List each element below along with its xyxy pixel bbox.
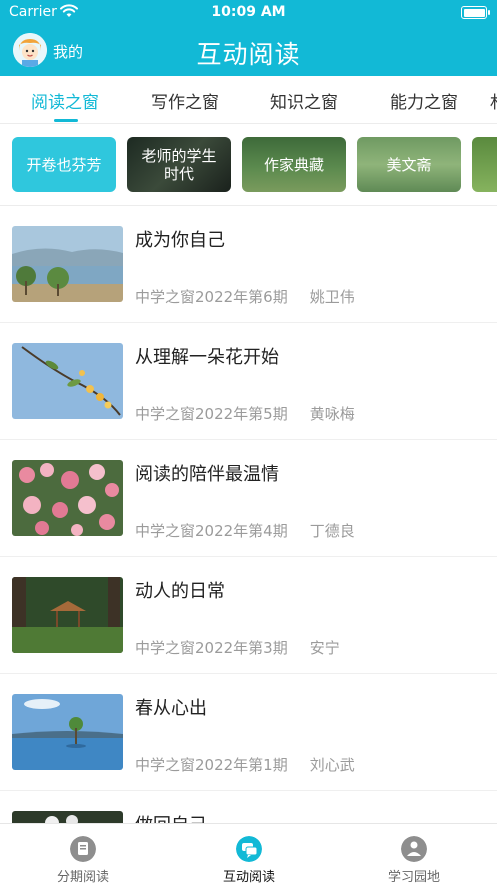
nav-label: 互动阅读 xyxy=(222,870,275,883)
article-title: 阅读的陪伴最温情 xyxy=(135,464,279,485)
article-author: 丁德良 xyxy=(309,522,355,540)
category-label: 美文斋 xyxy=(386,155,432,174)
list-item[interactable]: 成为你自己 中学之窗2022年第6期 姚卫伟 xyxy=(0,206,497,323)
category-next-partial[interactable] xyxy=(472,137,497,192)
header-bar: Carrier 10:09 AM 我的 互动阅读 xyxy=(0,0,497,76)
article-meta: 中学之窗2022年第5期 黄咏梅 xyxy=(135,403,355,424)
tab-writing-window[interactable]: 写作之窗 xyxy=(151,88,219,113)
article-meta: 中学之窗2022年第4期 丁德良 xyxy=(135,520,355,541)
chat-icon xyxy=(236,836,262,862)
page-title: 互动阅读 xyxy=(196,40,301,69)
list-item[interactable]: 动人的日常 中学之窗2022年第3期 安宁 xyxy=(0,557,497,674)
category-strip: 开卷也芬芳 老师的学生时代 作家典藏 美文斋 xyxy=(0,124,497,206)
category-writers-collection[interactable]: 作家典藏 xyxy=(242,137,346,192)
study-icon xyxy=(401,836,427,862)
nav-study-garden[interactable]: 学习园地 xyxy=(331,824,497,883)
list-item[interactable]: 阅读的陪伴最温情 中学之窗2022年第4期 丁德良 xyxy=(0,440,497,557)
article-source: 中学之窗2022年第4期 xyxy=(135,522,288,540)
article-source: 中学之窗2022年第6期 xyxy=(135,288,288,306)
article-title: 春从心出 xyxy=(135,698,207,719)
article-thumbnail xyxy=(12,460,123,536)
article-thumbnail xyxy=(12,226,123,302)
article-author: 黄咏梅 xyxy=(309,405,355,423)
category-label: 老师的学生时代 xyxy=(141,146,217,183)
article-title: 从理解一朵花开始 xyxy=(135,347,279,368)
category-teacher-student-days[interactable]: 老师的学生时代 xyxy=(127,137,231,192)
article-source: 中学之窗2022年第3期 xyxy=(135,639,288,657)
tab-knowledge-window[interactable]: 知识之窗 xyxy=(270,88,338,113)
list-item[interactable]: 从理解一朵花开始 中学之窗2022年第5期 黄咏梅 xyxy=(0,323,497,440)
status-bar: Carrier 10:09 AM xyxy=(0,0,497,26)
article-thumbnail xyxy=(12,343,123,419)
article-author: 姚卫伟 xyxy=(309,288,355,306)
article-thumbnail xyxy=(12,577,123,653)
tab-ability-window[interactable]: 能力之窗 xyxy=(390,88,458,113)
article-meta: 中学之窗2022年第3期 安宁 xyxy=(135,637,340,658)
article-source: 中学之窗2022年第1期 xyxy=(135,756,288,774)
bottom-navigation: 分期阅读 互动阅读 学习园地 xyxy=(0,823,497,883)
active-tab-indicator xyxy=(54,119,78,122)
tab-more-partial[interactable]: 札 xyxy=(490,88,497,113)
article-author: 安宁 xyxy=(309,639,340,657)
article-author: 刘心武 xyxy=(309,756,355,774)
article-source: 中学之窗2022年第5期 xyxy=(135,405,288,423)
category-label: 开卷也芬芳 xyxy=(26,155,102,174)
category-open-book[interactable]: 开卷也芬芳 xyxy=(12,137,116,192)
clock: 10:09 AM xyxy=(211,4,286,20)
list-item[interactable]: 春从心出 中学之窗2022年第1期 刘心武 xyxy=(0,674,497,791)
article-thumbnail xyxy=(12,694,123,770)
nav-label: 分期阅读 xyxy=(56,870,109,883)
section-tabs: 阅读之窗 写作之窗 知识之窗 能力之窗 札 xyxy=(0,76,497,124)
tab-reading-window[interactable]: 阅读之窗 xyxy=(31,88,99,113)
nav-interactive-reading[interactable]: 互动阅读 xyxy=(166,824,332,883)
nav-issue-reading[interactable]: 分期阅读 xyxy=(0,824,166,883)
category-fine-essays[interactable]: 美文斋 xyxy=(357,137,461,192)
article-title: 成为你自己 xyxy=(135,230,225,251)
battery-icon xyxy=(461,6,490,19)
article-meta: 中学之窗2022年第1期 刘心武 xyxy=(135,754,355,775)
article-meta: 中学之窗2022年第6期 姚卫伟 xyxy=(135,286,355,307)
issues-icon xyxy=(70,836,96,862)
article-title: 动人的日常 xyxy=(135,581,225,602)
nav-label: 学习园地 xyxy=(387,870,440,883)
category-label: 作家典藏 xyxy=(263,155,324,174)
